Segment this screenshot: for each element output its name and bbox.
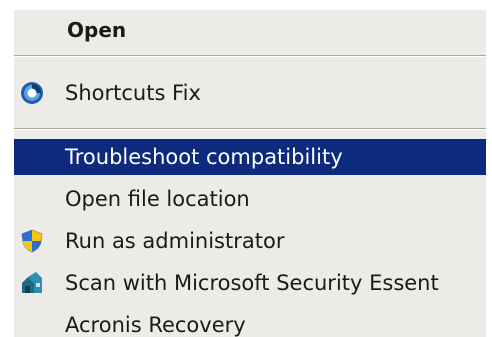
shortcuts-fix-icon	[21, 82, 43, 104]
menu-item-acronis-recovery[interactable]: Acronis Recovery	[14, 305, 486, 337]
menu-item-run-as-administrator[interactable]: Run as administrator	[14, 221, 486, 261]
uac-shield-icon	[21, 229, 43, 253]
menu-item-label: Acronis Recovery	[65, 313, 246, 337]
security-essentials-icon	[22, 272, 42, 293]
menu-item-open-file-location[interactable]: Open file location	[14, 179, 486, 219]
menu-item-label: Run as administrator	[65, 229, 285, 253]
menu-item-label: Troubleshoot compatibility	[65, 145, 343, 169]
menu-item-scan-security-essentials[interactable]: Scan with Microsoft Security Essent	[14, 263, 486, 303]
menu-item-label: Scan with Microsoft Security Essent	[65, 271, 439, 295]
menu-item-label: Shortcuts Fix	[65, 81, 201, 105]
menu-item-open[interactable]: Open	[14, 10, 486, 50]
menu-item-label: Open file location	[65, 187, 250, 211]
menu-item-label: Open	[67, 18, 127, 42]
menu-item-troubleshoot-compatibility[interactable]: Troubleshoot compatibility	[14, 139, 486, 175]
context-menu: Open Shortcuts Fix Troubleshoot compatib…	[14, 10, 486, 337]
menu-item-shortcuts-fix[interactable]: Shortcuts Fix	[14, 73, 486, 113]
